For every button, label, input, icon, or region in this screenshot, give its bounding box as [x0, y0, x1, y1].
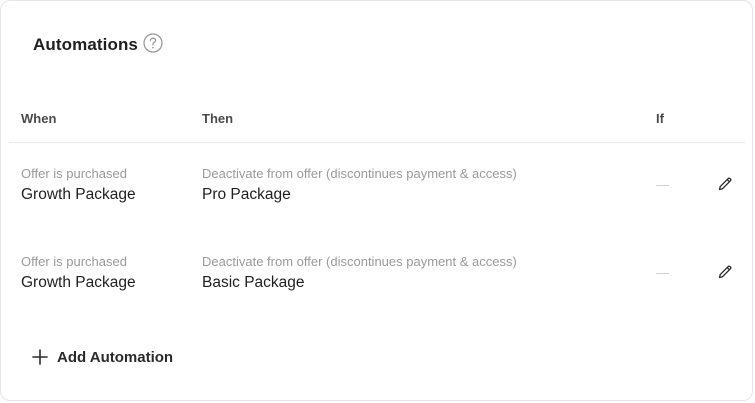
- help-circle-icon[interactable]: [143, 33, 163, 53]
- table-header: When Then If: [9, 101, 745, 143]
- edit-button[interactable]: [714, 173, 736, 195]
- automations-header: Automations: [33, 33, 163, 55]
- automations-card: Automations When Then If Offer is purcha…: [0, 0, 753, 401]
- when-value: Growth Package: [21, 186, 136, 203]
- pencil-icon: [718, 265, 732, 279]
- column-header-if: If: [656, 111, 664, 126]
- add-automation-button[interactable]: Add Automation: [31, 348, 173, 366]
- column-header-when: When: [21, 111, 57, 126]
- pencil-icon: [718, 177, 732, 191]
- edit-button[interactable]: [714, 261, 736, 283]
- when-label: Offer is purchased: [21, 254, 127, 269]
- when-value: Growth Package: [21, 274, 136, 291]
- then-label: Deactivate from offer (discontinues paym…: [202, 254, 517, 269]
- table-row: Offer is purchased Growth Package Deacti…: [9, 252, 745, 312]
- plus-icon: [31, 348, 49, 366]
- if-empty-dash: [656, 185, 669, 186]
- then-value: Basic Package: [202, 274, 305, 291]
- page-title: Automations: [33, 35, 138, 54]
- if-empty-dash: [656, 273, 669, 274]
- then-label: Deactivate from offer (discontinues paym…: [202, 166, 517, 181]
- column-header-then: Then: [202, 111, 234, 126]
- when-label: Offer is purchased: [21, 166, 127, 181]
- then-value: Pro Package: [202, 186, 291, 203]
- add-automation-label: Add Automation: [57, 348, 174, 366]
- table-row: Offer is purchased Growth Package Deacti…: [9, 164, 745, 224]
